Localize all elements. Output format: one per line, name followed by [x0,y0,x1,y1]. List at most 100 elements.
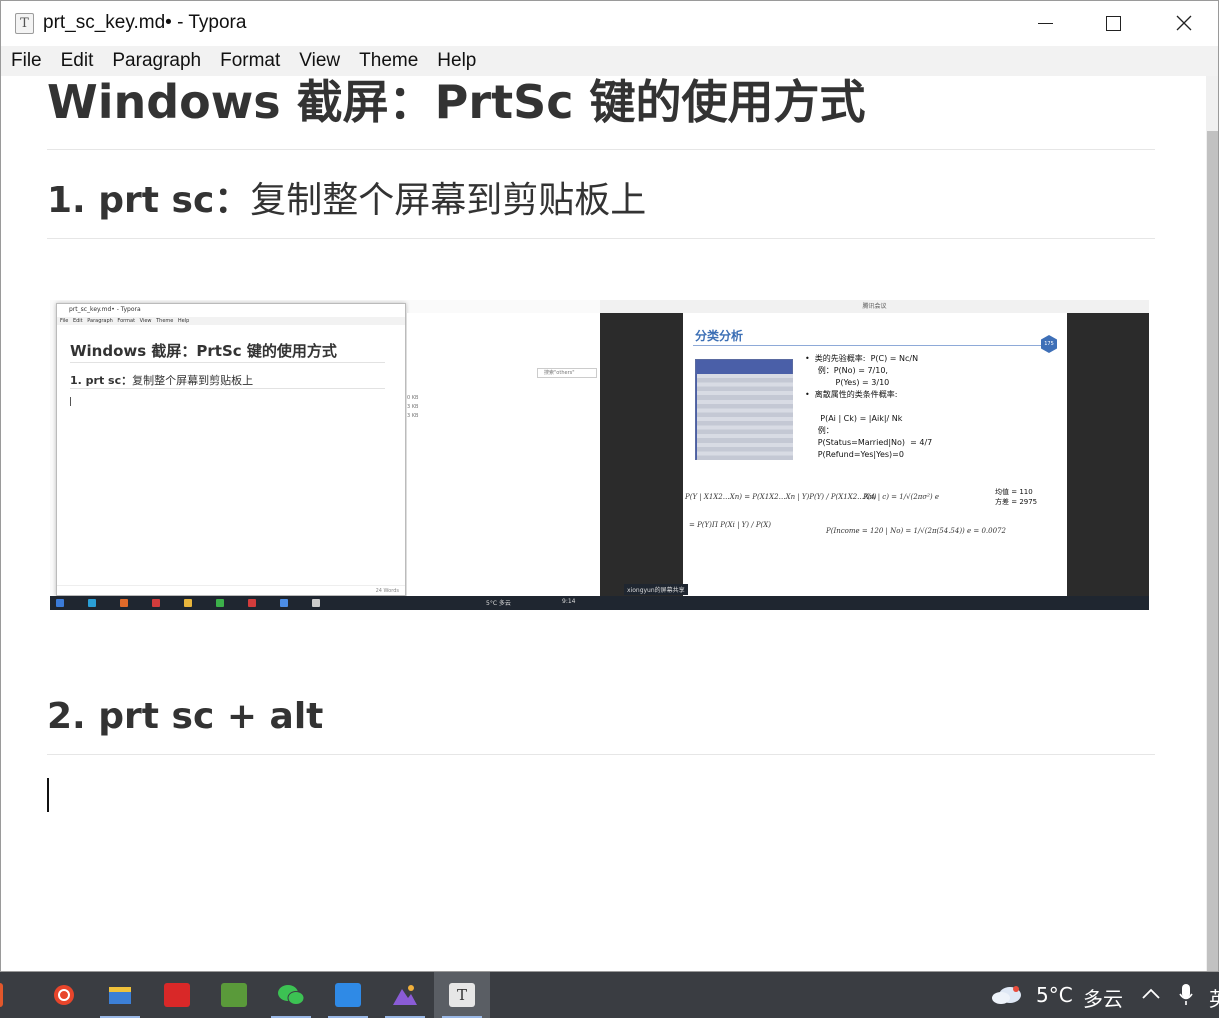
slide-bullets: • 类的先验概率: P(C) = Nc/N 例：P(No) = 7/10, P(… [805,354,933,459]
windows-taskbar: T 5°C 多云 英 [0,972,1219,1018]
mini-app-icon [120,599,128,607]
mini-weather: 5°C 多云 [486,600,511,607]
file-explorer-window: 搜索"others" 0 KB 3 KB 3 KB [406,313,600,596]
menu-edit[interactable]: Edit [61,50,94,72]
snail-icon [54,985,74,1005]
vertical-scrollbar[interactable] [1206,76,1218,971]
formula-bayes-2: = P(Y)Π P(Xi | Y) / P(X) [689,521,772,529]
mini-start-icon [56,599,64,607]
typora-icon: T [449,983,475,1007]
menu-format[interactable]: Format [220,50,280,72]
minimize-icon [1037,22,1053,24]
heading-2-text: 复制整个屏幕到剪贴板上 [250,180,647,221]
taskbar-app-money[interactable] [206,972,262,1018]
chevron-up-icon[interactable] [1141,987,1161,1001]
heading-1[interactable]: Windows 截屏：PrtSc 键的使用方式 [47,76,865,128]
weather-cloud-icon[interactable] [990,983,1024,1005]
close-button[interactable] [1148,1,1218,45]
heading-2-prt-sc-alt[interactable]: 2. prt sc + alt [47,695,323,739]
heading-2-prefix: 1. prt sc： [47,180,251,221]
slide-title-rule [693,345,1048,346]
microphone-icon[interactable] [1178,983,1194,1007]
mini-app-icon [312,599,320,607]
photos-icon [393,985,417,1005]
explorer-size: 0 KB [407,395,419,401]
menu-help[interactable]: Help [437,50,476,72]
meeting-title-bar: 腾讯会议 [600,300,1149,313]
mini-app-icon [152,599,160,607]
h1-divider [47,149,1155,150]
embedded-screenshot-image[interactable]: prt_sc_key.md• - Typora File Edit Paragr… [50,300,1149,610]
formula-income: P(Income = 120 | No) = 1/√(2π(54.54)) e … [826,527,1006,535]
taskbar-app-feishu[interactable] [320,972,376,1018]
mini-window-title: prt_sc_key.md• - Typora [69,306,141,313]
typora-window: T prt_sc_key.md• - Typora File Edit Para… [0,0,1219,972]
taskbar-app-photos[interactable] [377,972,433,1018]
presentation-slide: 分类分析 175 • 类的先验概率: P(C) = Nc/N 例：P(No) =… [683,313,1067,596]
maximize-icon [1105,15,1121,31]
title-bar[interactable]: T prt_sc_key.md• - Typora [1,1,1218,45]
menu-bar: File Edit Paragraph Format View Theme He… [1,46,1218,76]
menu-file[interactable]: File [11,50,42,72]
explorer-search-box: 搜索"others" [537,368,597,378]
slide-data-table [695,359,793,460]
menu-paragraph[interactable]: Paragraph [112,50,201,72]
minimize-button[interactable] [1009,1,1081,45]
feishu-icon [335,983,361,1007]
mini-app-icon [216,599,224,607]
slide-badge: 175 [1041,335,1057,353]
taskbar-app-snail[interactable] [36,972,92,1018]
h2-divider-2 [47,754,1155,755]
screenshot-right-screen: 腾讯会议 分类分析 175 • 类的先验概率: P(C) = Nc/N 例：P(… [600,300,1149,596]
mini-clock: 9:14 [562,598,576,605]
orange-app-icon [0,983,3,1007]
screen-share-label: xiongyun的屏幕共享 [624,584,688,595]
typora-app-icon: T [15,13,34,34]
screenshot-left-screen: prt_sc_key.md• - Typora File Edit Paragr… [50,300,600,600]
taskbar-app-typora[interactable]: T [434,972,490,1018]
mini-app-icon [280,599,288,607]
taskbar-app-mail[interactable] [149,972,205,1018]
mini-heading-1: Windows 截屏：PrtSc 键的使用方式 [70,342,337,360]
mini-caret [70,397,71,406]
menu-theme[interactable]: Theme [359,50,418,72]
scrollbar-thumb[interactable] [1207,131,1218,971]
mini-divider-2 [70,388,385,389]
h2-divider [47,238,1155,239]
menu-view[interactable]: View [299,50,340,72]
taskbar-app-wechat[interactable] [263,972,319,1018]
taskbar-app-files[interactable] [92,972,148,1018]
money-icon [221,983,247,1007]
wechat-icon [278,985,305,1005]
ime-indicator[interactable]: 英 [1209,983,1219,1012]
close-icon [1176,15,1192,31]
mini-heading-2-text: 复制整个屏幕到剪贴板上 [132,374,254,387]
text-caret [47,778,49,812]
explorer-size-list: 0 KB 3 KB 3 KB [407,394,418,421]
mini-divider [70,362,385,363]
weather-description[interactable]: 多云 [1083,983,1123,1012]
explorer-size: 3 KB [407,404,419,410]
mail-icon [164,983,190,1007]
heading-2-prt-sc[interactable]: 1. prt sc：复制整个屏幕到剪贴板上 [47,179,646,223]
window-title: prt_sc_key.md• - Typora [43,12,247,33]
formula-gaussian: P(A | c) = 1/√(2πσ²) e [863,493,940,501]
mini-heading-2-prefix: 1. prt sc： [70,374,133,387]
taskbar-app-orange[interactable] [0,972,18,1018]
weather-temperature[interactable]: 5°C [1036,983,1073,1007]
folder-icon [109,987,131,1004]
maximize-button[interactable] [1077,1,1149,45]
explorer-size: 3 KB [407,413,419,419]
slide-title: 分类分析 [695,329,744,343]
screenshot-taskbar: 5°C 多云 9:14 xiongyun的屏幕共享 [50,584,1149,610]
mini-heading-2: 1. prt sc：复制整个屏幕到剪贴板上 [70,372,253,388]
slide-table-rows [697,374,793,460]
slide-stats: 均值 = 110 方差 = 2975 [995,488,1038,506]
mini-menu-bar: File Edit Paragraph Format View Theme He… [57,317,405,325]
mini-app-icon [88,599,96,607]
formula-bayes: P(Y | X1X2…Xn) = P(X1X2…Xn | Y)P(Y) / P(… [685,493,877,501]
mini-app-icon [248,599,256,607]
mini-word-count: 24 Words [57,585,405,595]
mini-typora-window: prt_sc_key.md• - Typora File Edit Paragr… [56,303,406,596]
editor-area[interactable]: Windows 截屏：PrtSc 键的使用方式 1. prt sc：复制整个屏幕… [1,76,1206,971]
